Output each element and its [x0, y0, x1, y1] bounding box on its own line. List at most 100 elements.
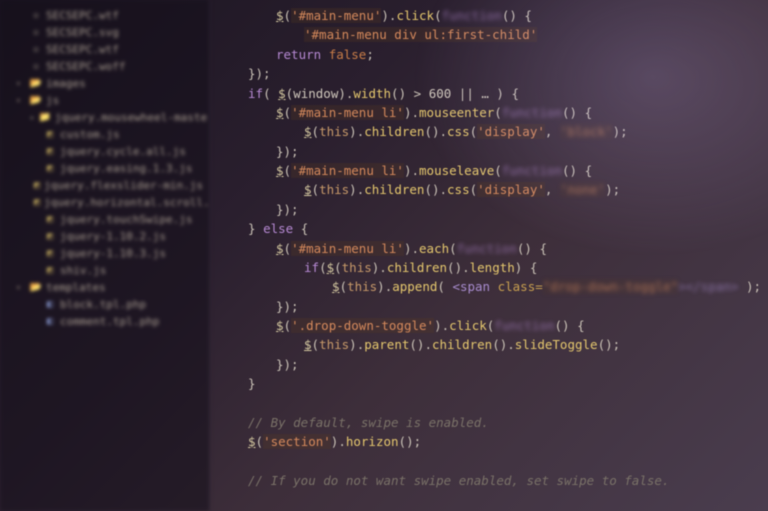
tree-item-15[interactable]: ◩shiv.js — [6, 263, 203, 278]
tree-item-4[interactable]: ▾📂images — [6, 76, 203, 91]
file-js-icon: ◩ — [34, 180, 40, 192]
code-token: ( — [284, 105, 292, 120]
tree-item-9[interactable]: ◩jquery.easing.1.3.js — [6, 161, 203, 176]
code-token: children — [364, 124, 424, 139]
code-line-15: }); — [220, 297, 768, 316]
tree-item-label: jquery-1.10.2.js — [60, 230, 166, 243]
code-line-9: $(this).children().css('display', 'none'… — [220, 180, 768, 199]
code-token: function — [457, 241, 517, 256]
code-token: '#main-menu' — [291, 8, 381, 23]
tree-item-0[interactable]: ▫SECSEPC.wtf — [6, 8, 203, 23]
code-token: 'section' — [263, 434, 331, 449]
code-token: $ — [304, 124, 312, 139]
code-token: () > — [391, 86, 429, 101]
file-js-icon: ◩ — [44, 146, 56, 158]
code-token: ) { — [489, 86, 519, 101]
code-token: css — [447, 182, 470, 197]
tree-item-18[interactable]: ◧comment.tpl.php — [6, 314, 203, 329]
code-token: function — [502, 163, 562, 178]
tree-item-label: custom.js — [60, 128, 120, 141]
code-line-4: if( $(window).width() > 600 || … ) { — [220, 84, 768, 103]
code-line-21: // By default, swipe is enabled. — [220, 413, 768, 432]
code-token: ( — [334, 260, 342, 275]
code-token: 'block' — [560, 124, 613, 139]
code-line-22: $('section').horizon(); — [220, 432, 768, 451]
tree-item-13[interactable]: ◩jquery-1.10.2.js — [6, 229, 203, 244]
code-line-23 — [220, 452, 768, 471]
tree-item-7[interactable]: ◩custom.js — [6, 127, 203, 142]
code-token: each — [419, 241, 449, 256]
code-token: ). — [331, 434, 346, 449]
code-line-1: '#main-menu div ul:first-child' — [220, 25, 768, 44]
tree-item-17[interactable]: ◧block.tpl.php — [6, 297, 203, 312]
code-token: … — [481, 86, 489, 101]
code-token: () { — [502, 8, 532, 23]
code-token: $ — [276, 318, 284, 333]
tree-item-16[interactable]: ▾📂templates — [6, 280, 203, 295]
tree-item-12[interactable]: ◩jquery.touchSwipe.js — [6, 212, 203, 227]
code-token: // By default, swipe is enabled. — [248, 415, 489, 430]
code-token: "drop-down-toggle" — [543, 279, 678, 294]
code-line-8: $('#main-menu li').mouseleave(function()… — [220, 161, 768, 180]
code-token: ( — [470, 182, 478, 197]
tree-item-3[interactable]: ▫SECSEPC.woff — [6, 59, 203, 74]
code-token: 'display' — [477, 182, 545, 197]
code-token: $ — [276, 8, 284, 23]
code-token: if — [304, 260, 319, 275]
tree-item-label: jquery.easing.1.3.js — [60, 162, 192, 175]
code-token: (). — [424, 124, 447, 139]
code-token: horizon — [346, 434, 399, 449]
code-token: ); — [738, 279, 761, 294]
code-token: ( — [284, 163, 292, 178]
folder-open-icon: 📂 — [30, 78, 42, 90]
code-token: if — [248, 86, 263, 101]
tree-item-label: jquery.cycle.all.js — [60, 145, 186, 158]
file-php-icon: ◧ — [44, 299, 56, 311]
code-token: ( — [284, 241, 292, 256]
tree-item-label: js — [46, 94, 59, 107]
file-js-icon: ◩ — [44, 265, 56, 277]
code-token: { — [293, 221, 308, 236]
code-token: $ — [248, 434, 256, 449]
code-token: , — [545, 124, 560, 139]
code-token: () { — [517, 241, 547, 256]
code-token: 'none' — [560, 182, 605, 197]
code-token: $ — [304, 337, 312, 352]
code-token: }); — [276, 202, 299, 217]
code-token: $ — [332, 279, 340, 294]
code-token: window — [293, 86, 338, 101]
tree-item-1[interactable]: ▫SECSEPC.svg — [6, 25, 203, 40]
code-line-12: $('#main-menu li').each(function() { — [220, 239, 768, 258]
code-token: (). — [409, 337, 432, 352]
tree-item-8[interactable]: ◩ jquery.cycle.all.js — [6, 144, 203, 159]
code-token: $ — [276, 163, 284, 178]
code-token: function — [502, 105, 562, 120]
tree-item-label: comment.tpl.php — [60, 315, 159, 328]
tree-item-2[interactable]: ▫SECSEPC.wtf — [6, 42, 203, 57]
code-token: '.drop-down-toggle' — [291, 318, 434, 333]
tree-item-11[interactable]: ◩jquery.horizontal.scroll.js — [6, 195, 203, 210]
tree-item-5[interactable]: ▾📂js — [6, 93, 203, 108]
file-js-icon: ◩ — [34, 197, 40, 209]
tree-item-10[interactable]: ◩jquery.flexslider-min.js — [6, 178, 203, 193]
code-editor[interactable]: $('#main-menu').click(function() {'#main… — [210, 0, 768, 511]
code-token: ( — [312, 124, 320, 139]
file-wtf-icon: ▫ — [30, 61, 42, 73]
tree-item-6[interactable]: ▸📁jquery.mousewheel-master — [6, 110, 203, 125]
tree-item-14[interactable]: ◩jquery-1.10.3.js — [6, 246, 203, 261]
tree-item-label: SECSEPC.wtf — [46, 43, 119, 56]
code-line-14: $(this).append( <span class="drop-down-t… — [220, 277, 768, 296]
code-token: slideToggle — [515, 337, 598, 352]
code-token: }); — [276, 144, 299, 159]
code-line-16: $('.drop-down-toggle').click(function() … — [220, 316, 768, 335]
tree-arrow-icon: ▸ — [30, 113, 35, 122]
file-tree-sidebar: ▫SECSEPC.wtf ▫SECSEPC.svg ▫SECSEPC.wtf ▫… — [0, 0, 210, 511]
code-line-20 — [220, 394, 768, 413]
file-wtf-icon: ▫ — [30, 27, 42, 39]
code-token: } — [248, 221, 263, 236]
code-token: (). — [447, 260, 470, 275]
code-token: '#main-menu li' — [291, 105, 404, 120]
code-token: this — [319, 337, 349, 352]
code-token: ); — [605, 182, 620, 197]
code-token: ). — [404, 241, 419, 256]
